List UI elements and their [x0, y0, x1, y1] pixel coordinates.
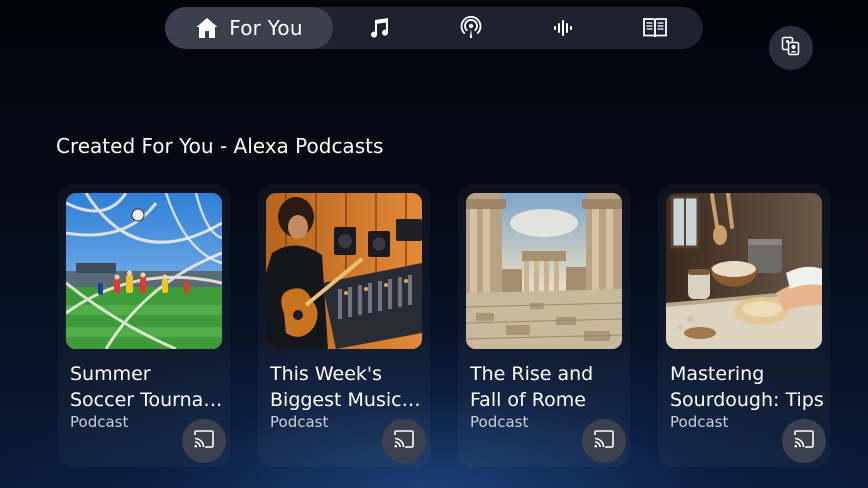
profile-button[interactable]: [769, 26, 813, 70]
cast-button[interactable]: [382, 419, 426, 463]
tab-podcasts[interactable]: [425, 7, 517, 49]
tab-for-you[interactable]: For You: [165, 7, 333, 49]
podcast-card-summer-soccer[interactable]: Summer Soccer Tournament Podcast: [58, 185, 230, 467]
audio-waveform-icon: [552, 17, 574, 39]
home-icon: [195, 16, 219, 40]
card-title-line1: Mastering: [670, 363, 765, 385]
top-navigation-bar: For You: [165, 7, 703, 49]
podcast-card-music-news[interactable]: This Week's Biggest Music News Podcast: [258, 185, 430, 467]
book-icon: [642, 16, 668, 40]
cast-icon: [794, 430, 814, 452]
podcast-carousel: Summer Soccer Tournament Podcast: [58, 185, 868, 475]
cast-button[interactable]: [782, 419, 826, 463]
tab-for-you-label: For You: [229, 16, 303, 40]
roman-ruins-image: [466, 193, 622, 349]
card-title: The Rise and Fall of Rome: [470, 361, 626, 413]
podcast-card-sourdough[interactable]: Mastering Sourdough: Tips Podcast: [658, 185, 830, 467]
tab-music[interactable]: [333, 7, 425, 49]
tab-audio[interactable]: [517, 7, 609, 49]
card-title: Mastering Sourdough: Tips: [670, 361, 826, 413]
switch-profile-icon: [781, 36, 801, 60]
card-title: This Week's Biggest Music News: [270, 361, 426, 413]
card-title-line1: Summer: [70, 363, 151, 385]
podcast-card-rome[interactable]: The Rise and Fall of Rome Podcast: [458, 185, 630, 467]
card-title-line2: Soccer Tournament: [70, 389, 226, 411]
podcast-icon: [459, 16, 483, 40]
card-title: Summer Soccer Tournament: [70, 361, 226, 413]
card-title-line1: This Week's: [270, 363, 383, 385]
card-title-line2: Fall of Rome: [470, 389, 586, 411]
card-title-line2: Biggest Music News: [270, 389, 426, 411]
cast-icon: [394, 430, 414, 452]
card-subtitle: Podcast: [670, 413, 729, 431]
cast-button[interactable]: [582, 419, 626, 463]
card-title-line1: The Rise and: [470, 363, 594, 385]
music-note-icon: [367, 16, 391, 40]
card-subtitle: Podcast: [270, 413, 329, 431]
musician-studio-image: [266, 193, 422, 349]
card-title-line2: Sourdough: Tips: [670, 389, 824, 411]
cast-button[interactable]: [182, 419, 226, 463]
section-title: Created For You - Alexa Podcasts: [56, 134, 384, 158]
card-subtitle: Podcast: [470, 413, 529, 431]
tab-books[interactable]: [609, 7, 701, 49]
cast-icon: [194, 430, 214, 452]
soccer-goal-image: [66, 193, 222, 349]
cast-icon: [594, 430, 614, 452]
baking-bread-image: [666, 193, 822, 349]
card-subtitle: Podcast: [70, 413, 129, 431]
